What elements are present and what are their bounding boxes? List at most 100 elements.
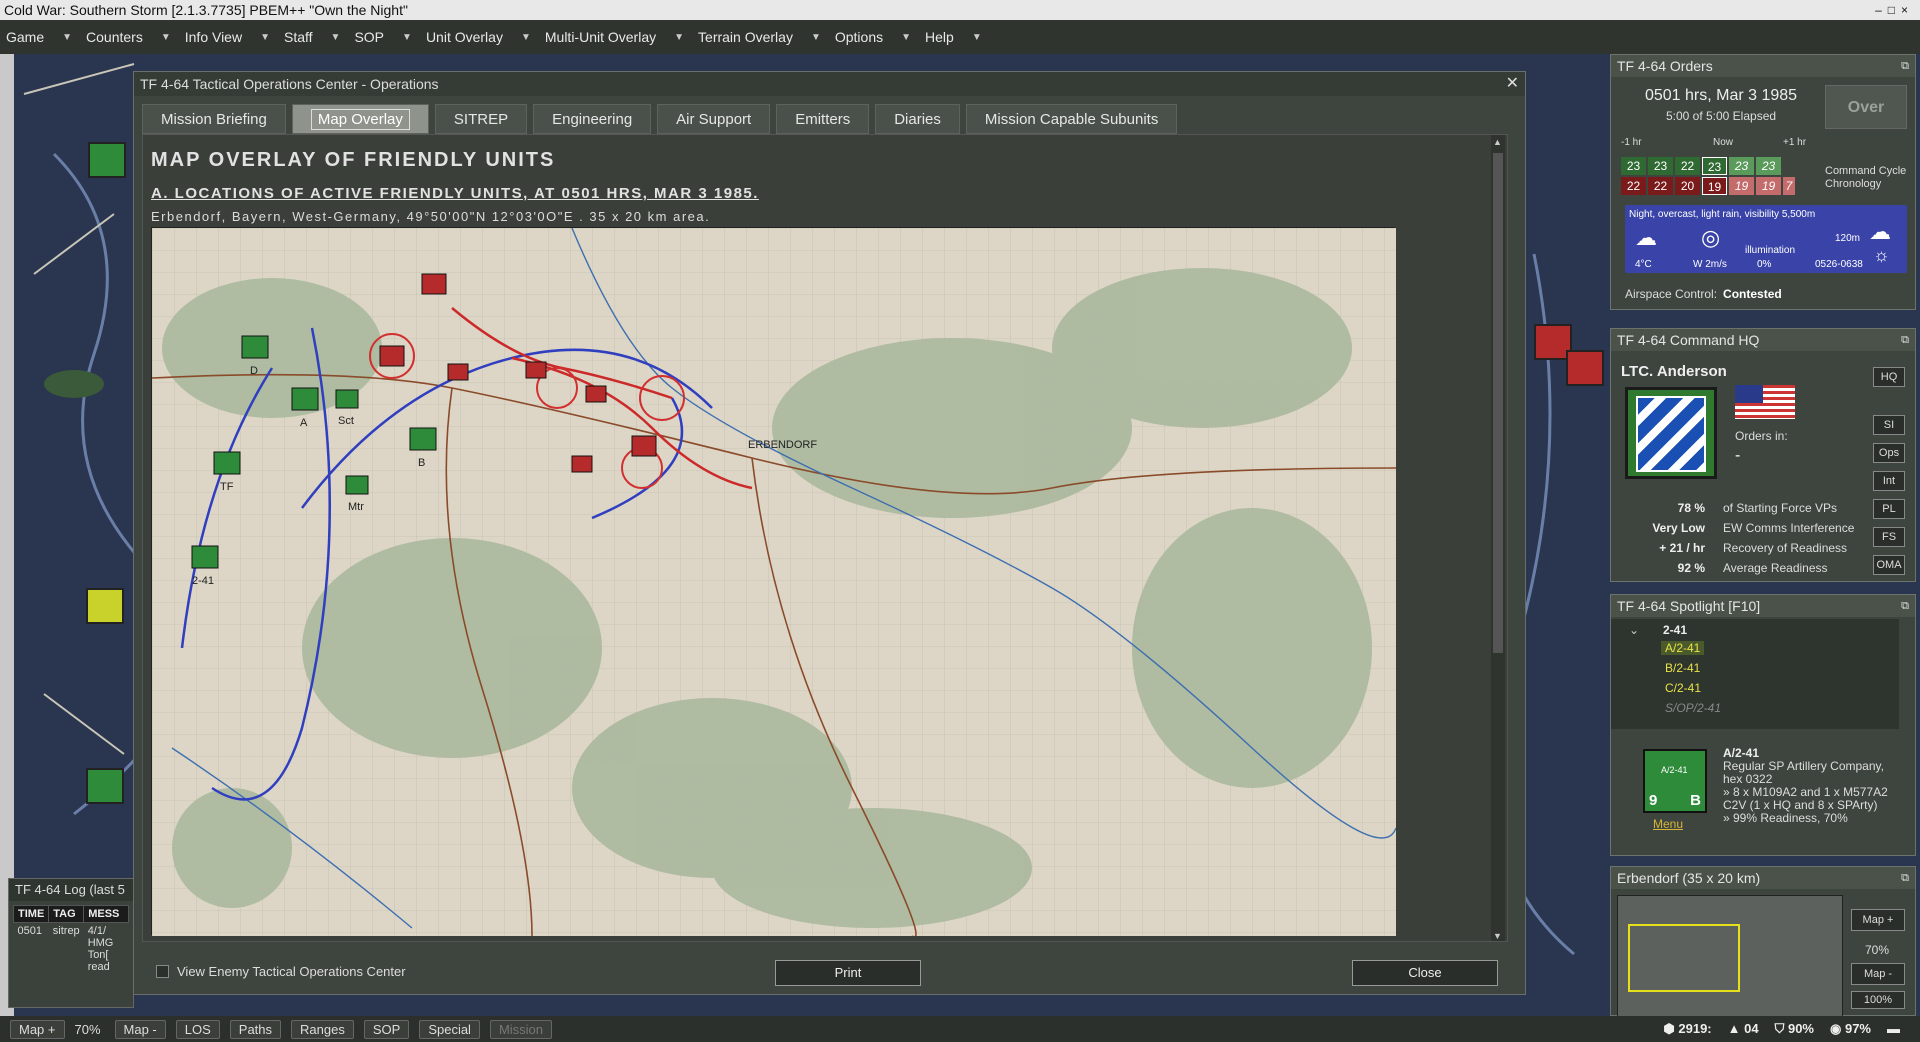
chronology-row-friendly: 23 23 22 23 23 23 [1621,157,1781,175]
chron-label-now: Now [1713,137,1734,148]
log-tag: sitrep [52,925,80,937]
minimap-viewport[interactable] [1628,924,1740,992]
tab-diaries[interactable]: Diaries [875,104,960,134]
pin-icon[interactable]: ⧉ [1901,55,1909,77]
scrollbar-thumb[interactable] [1493,153,1503,653]
weather-wind: W 2m/s [1693,259,1727,270]
table-row[interactable]: 0501 sitrep 4/1/ HMG Ton[ read [14,923,129,976]
stat-label: EW Comms Interference [1723,521,1855,535]
checkbox-box[interactable] [156,965,169,978]
list-item[interactable]: C/2-41 [1665,681,1701,695]
unit-menu-link[interactable]: Menu [1653,817,1683,831]
tab-mission-capable-subunits[interactable]: Mission Capable Subunits [965,104,1178,134]
orders-elapsed: 5:00 of 5:00 Elapsed [1665,109,1777,123]
paths-button[interactable]: Paths [229,1019,282,1039]
menu-options[interactable]: Options ▼ [835,29,911,45]
view-enemy-checkbox[interactable]: View Enemy Tactical Operations Center [156,964,406,979]
fs-button[interactable]: FS [1873,527,1905,547]
menu-sop[interactable]: SOP ▼ [354,29,411,45]
int-button[interactable]: Int [1873,471,1905,491]
map-zoom-in-button[interactable]: Map + [1851,909,1905,931]
unit-patch-icon [1625,387,1717,479]
minimap-zoom: 70% [1865,943,1890,957]
log-header-message: MESS [83,905,129,923]
unit-counter[interactable] [1566,350,1604,386]
oma-button[interactable]: OMA [1873,555,1905,575]
orders-in-value: - [1735,447,1741,464]
list-item[interactable]: 2-41 [1663,623,1687,637]
minimap[interactable] [1617,895,1843,1023]
weather-illum: 0% [1757,259,1772,270]
zoom-100-button[interactable]: 100% [1851,991,1905,1009]
close-button[interactable]: Close [1352,960,1498,986]
dialog-titlebar: TF 4-64 Tactical Operations Center - Ope… [134,72,1525,96]
tab-map-overlay[interactable]: Map Overlay [291,104,429,134]
unit-counter[interactable] [86,588,124,624]
menu-game[interactable]: Game ▼ [6,29,72,45]
list-item[interactable]: S/OP/2-41 [1665,701,1721,715]
list-item[interactable]: B/2-41 [1665,661,1700,675]
ranges-button[interactable]: Ranges [291,1019,354,1039]
tab-mission-briefing[interactable]: Mission Briefing [142,104,286,134]
shield-icon: ⬢ [1663,1021,1679,1036]
menu-help[interactable]: Help ▼ [925,29,982,45]
tab-emitters[interactable]: Emitters [776,104,870,134]
chronology-row-enemy: 22 22 20 19 19 19 7 [1621,177,1795,195]
unit-counter[interactable] [88,142,126,178]
vertical-scrollbar[interactable]: ▲ ▼ [1491,135,1505,941]
tab-engineering[interactable]: Engineering [533,104,652,134]
unit-counter[interactable] [86,768,124,804]
weather-illum-label: illumination [1745,245,1796,256]
chevron-down-icon: ▼ [810,31,821,43]
map-zoom-out-button[interactable]: Map - [1851,963,1905,985]
close-icon[interactable]: ✕ [1506,72,1519,96]
truck-icon: ▬ [1887,1021,1900,1036]
tactical-map[interactable]: ERBENDORF D A Sct TF B Mtr 2-41 [151,227,1397,938]
map-label-unit: 2-41 [192,575,214,587]
menu-staff[interactable]: Staff ▼ [284,29,340,45]
overlay-content: MAP OVERLAY OF FRIENDLY UNITS A. LOCATIO… [142,134,1508,942]
menu-unit-overlay[interactable]: Unit Overlay ▼ [426,29,531,45]
minimap-panel: Erbendorf (35 x 20 km) ⧉ Map + 70% Map - … [1610,866,1916,1023]
pl-button[interactable]: PL [1873,499,1905,519]
over-button[interactable]: Over [1825,85,1907,129]
scroll-up-icon[interactable]: ▲ [1493,137,1502,147]
special-button[interactable]: Special [419,1019,480,1039]
chevron-down-icon[interactable]: ⌄ [1629,623,1639,637]
shield-icon: ⛉ [1774,1021,1788,1036]
hq-button[interactable]: HQ [1873,367,1905,387]
chron-cell: 23 [1756,157,1781,175]
chevron-down-icon: ▼ [62,31,73,43]
rain-cloud-icon: ☁ [1635,225,1657,250]
ops-button[interactable]: Ops [1873,443,1905,463]
scroll-down-icon[interactable]: ▼ [1493,931,1502,941]
list-item[interactable]: A/2-41 [1661,641,1705,655]
unit-size: B [1690,792,1701,809]
chron-cell: 22 [1621,177,1646,195]
print-button[interactable]: Print [775,960,921,986]
panel-header: TF 4-64 Spotlight [F10] ⧉ [1611,595,1915,617]
menu-info-view[interactable]: Info View ▼ [185,29,270,45]
chevron-down-icon: ▼ [402,31,412,43]
chron-cell: 20 [1675,177,1700,195]
pin-icon[interactable]: ⧉ [1901,329,1909,351]
tab-sitrep[interactable]: SITREP [434,104,528,134]
los-button[interactable]: LOS [175,1019,220,1039]
chevron-down-icon: ▼ [674,31,685,43]
pin-icon[interactable]: ⧉ [1901,595,1909,617]
menu-terrain-overlay[interactable]: Terrain Overlay ▼ [698,29,821,45]
chron-cell: 22 [1648,177,1673,195]
pin-icon[interactable]: ⧉ [1901,867,1909,889]
unit-counter[interactable]: A/2-41 9 B [1643,749,1707,813]
unit-counter-label: A/2-41 [1661,765,1688,775]
si-button[interactable]: SI [1873,415,1905,435]
tab-air-support[interactable]: Air Support [657,104,771,134]
panel-header: Erbendorf (35 x 20 km) ⧉ [1611,867,1915,889]
sop-button[interactable]: SOP [363,1019,410,1039]
window-controls[interactable]: –□× [1875,0,1914,20]
menu-counters[interactable]: Counters ▼ [86,29,171,45]
menu-multi-unit-overlay[interactable]: Multi-Unit Overlay ▼ [545,29,684,45]
statusbar-map-minus-button[interactable]: Map - [114,1019,166,1039]
statusbar-map-plus-button[interactable]: Map + [10,1019,65,1039]
mission-button[interactable]: Mission [489,1019,553,1039]
